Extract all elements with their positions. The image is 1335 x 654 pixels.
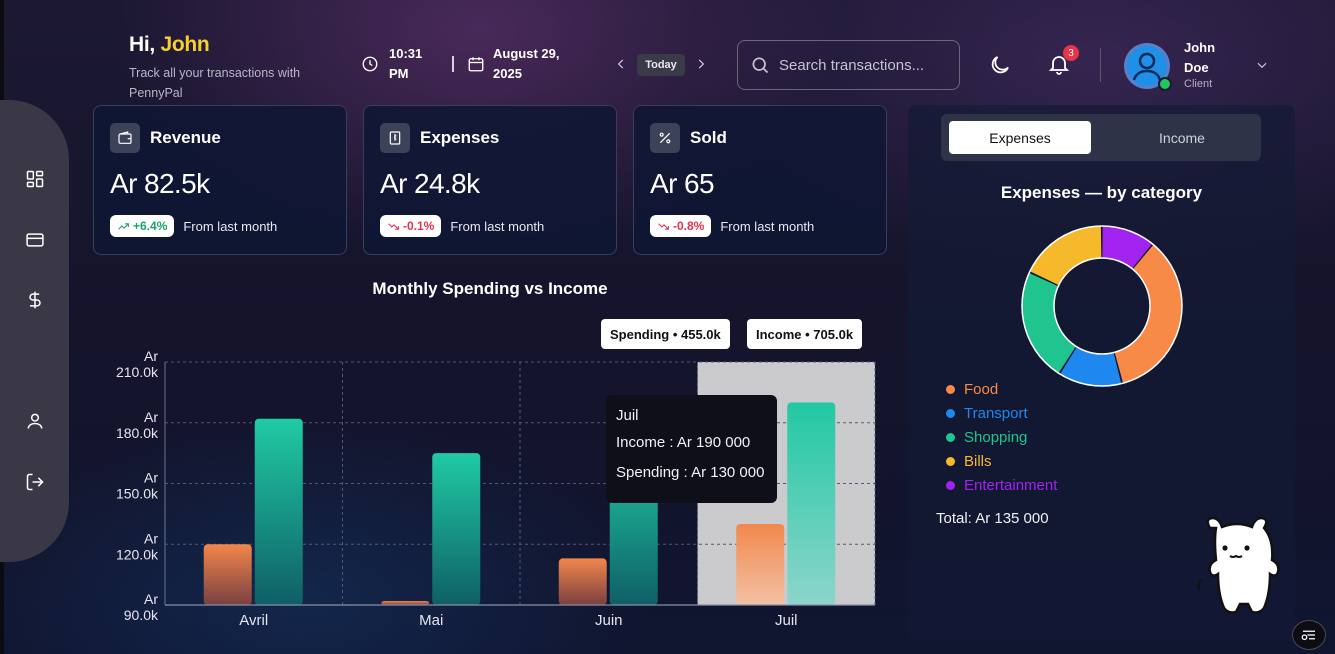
category-dot — [946, 408, 955, 418]
category-label: Food — [964, 380, 999, 398]
user-role: Client — [1184, 78, 1213, 90]
category-item-bills[interactable]: Bills — [946, 449, 1057, 473]
bar-spending — [203, 544, 252, 605]
user-menu-button[interactable] — [1255, 58, 1269, 77]
x-tick-label: Mai — [419, 612, 443, 629]
y-tick-label: 180.0k — [116, 425, 159, 441]
category-label: Transport — [964, 404, 1028, 422]
category-item-shopping[interactable]: Shopping — [946, 425, 1057, 449]
user-name: John Doe — [1184, 40, 1216, 75]
x-tick-label: Juin — [595, 612, 623, 629]
y-tick-label: 90.0k — [124, 607, 159, 623]
category-label: Shopping — [964, 428, 1028, 446]
bar-spending — [381, 600, 430, 605]
y-tick-label: 150.0k — [116, 486, 159, 502]
category-legend: Food Transport Shopping Bills Entertainment — [946, 377, 1057, 497]
category-item-entertainment[interactable]: Entertainment — [946, 473, 1057, 497]
category-dot — [946, 384, 955, 394]
theme-toggle-button[interactable] — [988, 53, 1012, 77]
y-tick-label: Ar — [144, 409, 158, 425]
tooltip-income: Income : Ar 190 000 — [616, 434, 751, 451]
settings-fab-button[interactable] — [1292, 620, 1326, 650]
y-tick-label: Ar — [144, 470, 158, 486]
x-tick-label: Juil — [775, 612, 798, 629]
category-item-food[interactable]: Food — [946, 377, 1057, 401]
chart-tooltip: Juil Income : Ar 190 000 Spending : Ar 1… — [606, 395, 777, 503]
y-tick-label: 120.0k — [116, 546, 159, 562]
mascot-image — [1197, 516, 1280, 614]
bar-income — [432, 453, 481, 605]
filter-settings-icon — [1301, 630, 1315, 641]
notification-badge: 3 — [1063, 45, 1079, 61]
category-label: Bills — [964, 452, 992, 470]
online-status-dot — [1158, 77, 1172, 91]
y-tick-label: 210.0k — [116, 364, 159, 380]
donut-inner-edge — [1053, 257, 1151, 355]
panel-tabs: Expenses Income — [941, 114, 1261, 161]
bar-spending — [736, 524, 785, 605]
y-tick-label: Ar — [144, 348, 158, 364]
tab-income[interactable]: Income — [1111, 121, 1253, 154]
tooltip-spending: Spending : Ar 130 000 — [616, 464, 765, 481]
category-dot — [946, 432, 955, 442]
y-tick-label: Ar — [144, 530, 158, 546]
total-amount: Total: Ar 135 000 — [936, 510, 1049, 527]
header-divider-2 — [1100, 48, 1101, 82]
bar-income — [787, 402, 836, 605]
category-dot — [946, 456, 955, 466]
donut-chart — [1021, 225, 1183, 387]
bar-income — [254, 418, 303, 605]
x-tick-label: Avril — [239, 612, 268, 629]
tooltip-month: Juil — [616, 407, 639, 424]
category-label: Entertainment — [964, 476, 1058, 494]
category-item-transport[interactable]: Transport — [946, 401, 1057, 425]
tab-expenses[interactable]: Expenses — [949, 121, 1091, 154]
category-dot — [946, 480, 955, 490]
y-tick-label: Ar — [144, 591, 158, 607]
moon-icon — [991, 56, 1009, 74]
bar-spending — [558, 558, 607, 605]
panel-title: Expenses — by category — [1000, 183, 1203, 202]
chevron-down-icon — [1257, 62, 1267, 69]
bar-chart: Avril Mai Juin JuilAr90.0kAr120.0kAr150.0kA… — [116, 348, 876, 629]
